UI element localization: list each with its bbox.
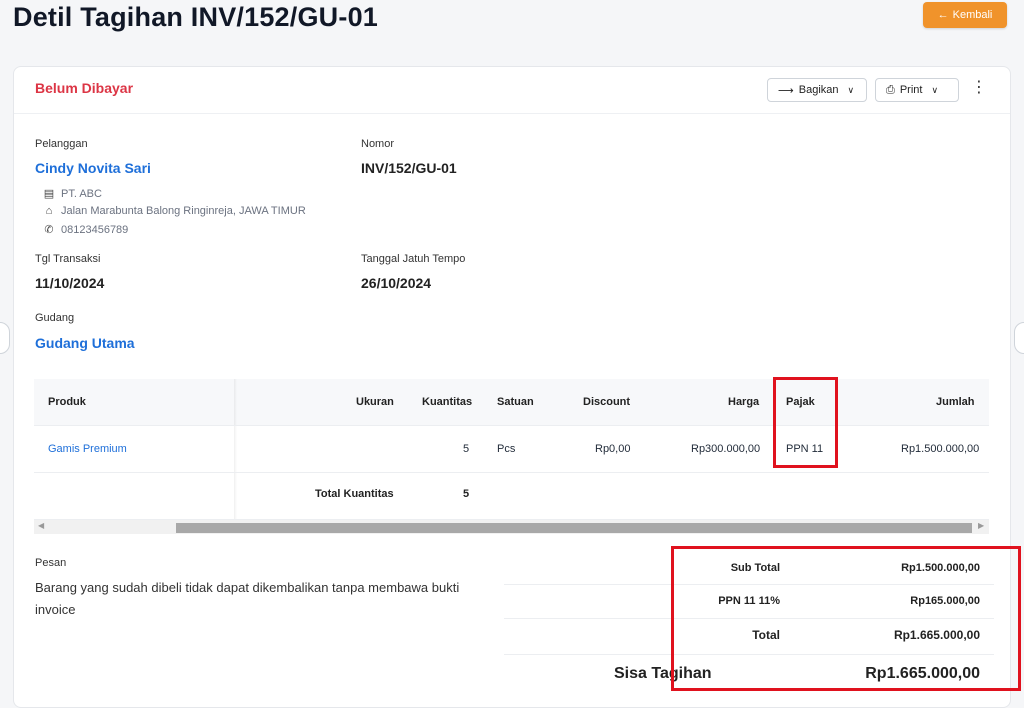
scroll-right-arrow-icon[interactable]: ▶ [978, 521, 984, 530]
id-card-icon: ▤ [43, 188, 55, 200]
share-icon: ⟶ [778, 84, 794, 97]
row-divider [34, 425, 989, 426]
row-divider [34, 472, 989, 473]
col-price: Harga [728, 396, 760, 408]
customer-name-link[interactable]: Cindy Novita Sari [35, 160, 151, 176]
amount-cell: Rp1.500.000,00 [901, 443, 980, 455]
address-line: ⌂ Jalan Marabunta Balong Ringinreja, JAW… [43, 205, 306, 217]
scroll-right-handle[interactable] [1014, 322, 1024, 354]
sticky-column-shadow [234, 379, 237, 519]
col-unit: Satuan [497, 396, 534, 408]
table-header: Produk Ukuran Kuantitas Satuan Discount … [34, 379, 989, 425]
number-label: Nomor [361, 138, 395, 150]
due-date: 26/10/2024 [361, 275, 432, 291]
product-link[interactable]: Gamis Premium [48, 443, 127, 455]
col-discount: Discount [583, 396, 631, 408]
col-qty: Kuantitas [422, 396, 473, 408]
invoice-card: Belum Dibayar ⟶ Bagikan ∨ ⎙ Print ∨ ⋮ Pe… [13, 66, 1021, 708]
summary-highlight [671, 546, 1021, 691]
col-product: Produk [48, 396, 86, 408]
total-qty-value: 5 [463, 488, 470, 500]
print-button[interactable]: ⎙ Print ∨ [875, 78, 959, 102]
card-header: Belum Dibayar ⟶ Bagikan ∨ ⎙ Print ∨ ⋮ [14, 67, 1010, 114]
share-button[interactable]: ⟶ Bagikan ∨ [767, 78, 867, 102]
more-options-icon[interactable]: ⋮ [971, 77, 987, 97]
unit-cell: Pcs [497, 443, 516, 455]
tax-column-highlight [773, 377, 838, 468]
invoice-number: INV/152/GU-01 [361, 160, 457, 176]
message-label: Pesan [35, 557, 67, 569]
back-button-label: Kembali [952, 9, 993, 21]
customer-label: Pelanggan [35, 138, 88, 150]
status-badge: Belum Dibayar [35, 80, 134, 96]
phone-icon: ✆ [44, 224, 54, 236]
company-line: ▤ PT. ABC [43, 187, 102, 201]
phone-line: ✆ 08123456789 [43, 223, 129, 237]
scrollbar-thumb[interactable] [176, 523, 972, 533]
qty-cell: 5 [463, 443, 470, 455]
arrow-left-icon: ← [937, 9, 949, 21]
horizontal-scrollbar[interactable]: ◀ ▶ [34, 520, 989, 534]
chevron-down-icon: ∨ [931, 84, 939, 95]
address-text: Jalan Marabunta Balong Ringinreja, JAWA … [61, 205, 306, 217]
warehouse-label: Gudang [35, 312, 75, 324]
col-amount: Jumlah [936, 396, 975, 408]
transaction-date-label: Tgl Transaksi [35, 253, 101, 265]
company-text: PT. ABC [61, 187, 102, 200]
scroll-left-arrow-icon[interactable]: ◀ [38, 521, 44, 530]
home-icon: ⌂ [45, 205, 53, 217]
page-title: Detil Tagihan INV/152/GU-01 [13, 2, 378, 32]
due-date-label: Tanggal Jatuh Tempo [361, 253, 466, 265]
message-text: Barang yang sudah dibeli tidak dapat dik… [35, 580, 460, 617]
transaction-date: 11/10/2024 [35, 275, 105, 291]
back-button[interactable]: ← Kembali [923, 2, 1007, 28]
printer-icon: ⎙ [886, 83, 895, 96]
warehouse-link[interactable]: Gudang Utama [35, 335, 135, 351]
scroll-left-handle[interactable] [0, 322, 10, 354]
price-cell: Rp300.000,00 [691, 443, 761, 455]
total-qty-label: Total Kuantitas [315, 488, 394, 500]
col-size: Ukuran [356, 396, 394, 408]
chevron-down-icon: ∨ [847, 84, 855, 95]
print-button-label: Print [899, 84, 923, 96]
discount-cell: Rp0,00 [595, 443, 631, 455]
share-button-label: Bagikan [798, 84, 839, 96]
phone-text: 08123456789 [61, 223, 129, 236]
